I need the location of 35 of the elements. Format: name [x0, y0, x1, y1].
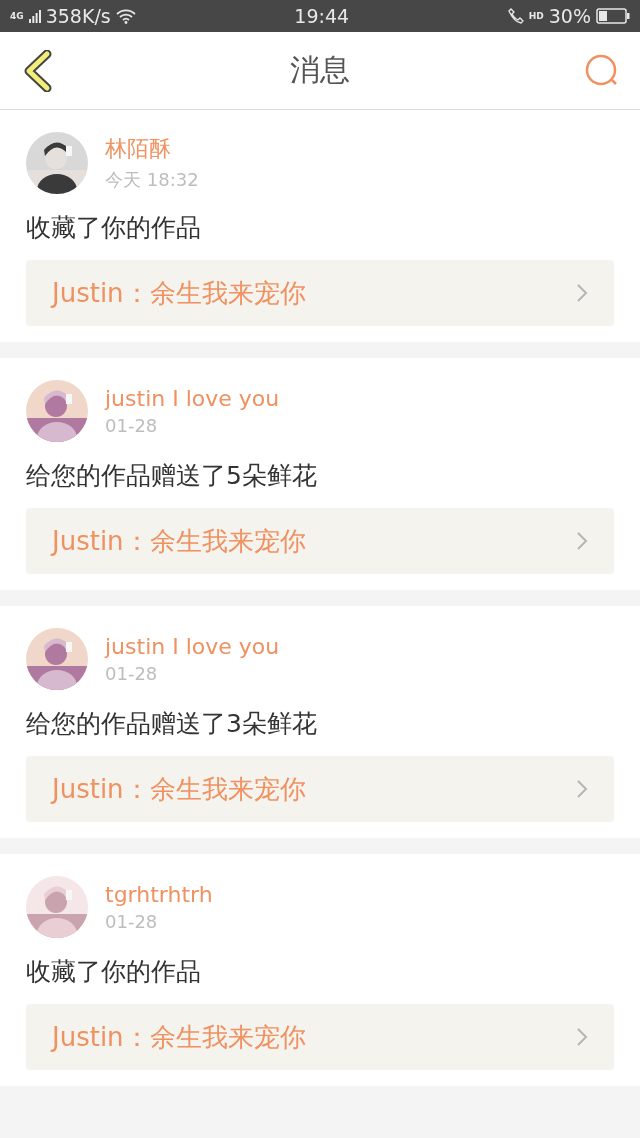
clock: 19:44 — [294, 5, 350, 27]
chevron-right-icon — [576, 779, 588, 799]
message-text: 收藏了你的作品 — [26, 212, 202, 244]
network-type: 4G — [10, 11, 24, 21]
battery-percent: 30% — [548, 5, 591, 27]
chevron-right-icon — [576, 283, 588, 303]
wifi-icon — [115, 8, 136, 24]
message-card[interactable]: justin I love you 01-28 给您的作品赠送了3朵鲜花 Justin：余生我来宠你 — [0, 606, 640, 838]
signal-icon — [28, 9, 41, 23]
message-text: 收藏了你的作品 — [26, 956, 202, 988]
network-speed: 358K/s — [45, 5, 111, 27]
back-chevron-icon — [23, 49, 53, 92]
sender-name[interactable]: justin I love you — [105, 386, 280, 411]
sender-name[interactable]: tgrhtrhtrh — [105, 882, 213, 907]
work-link[interactable]: Justin：余生我来宠你 — [26, 508, 614, 574]
message-text: 给您的作品赠送了5朵鲜花 — [26, 460, 318, 492]
sender-name[interactable]: justin I love you — [105, 634, 280, 659]
work-link[interactable]: Justin：余生我来宠你 — [26, 756, 614, 822]
message-time: 01-28 — [105, 415, 159, 436]
message-card[interactable]: 林陌酥 今天 18:32 收藏了你的作品 Justin：余生我来宠你 — [0, 110, 640, 342]
chevron-right-icon — [576, 1027, 588, 1047]
message-card[interactable]: tgrhtrhtrh 01-28 收藏了你的作品 Justin：余生我来宠你 — [0, 854, 640, 1086]
sender-name[interactable]: 林陌酥 — [105, 134, 199, 164]
phone-icon — [507, 8, 524, 24]
work-link[interactable]: Justin：余生我来宠你 — [26, 260, 614, 326]
message-time: 今天 18:32 — [105, 168, 199, 192]
message-text: 给您的作品赠送了3朵鲜花 — [26, 708, 318, 740]
chevron-right-icon — [576, 531, 588, 551]
message-time: 01-28 — [105, 663, 159, 684]
message-card[interactable]: justin I love you 01-28 给您的作品赠送了5朵鲜花 Justin：余生我来宠你 — [0, 358, 640, 590]
battery-icon — [596, 8, 630, 24]
work-link[interactable]: Justin：余生我来宠你 — [26, 1004, 614, 1070]
page-title: 消息 — [290, 51, 350, 89]
message-time: 01-28 — [105, 911, 159, 932]
hd-label: HD — [528, 11, 544, 21]
